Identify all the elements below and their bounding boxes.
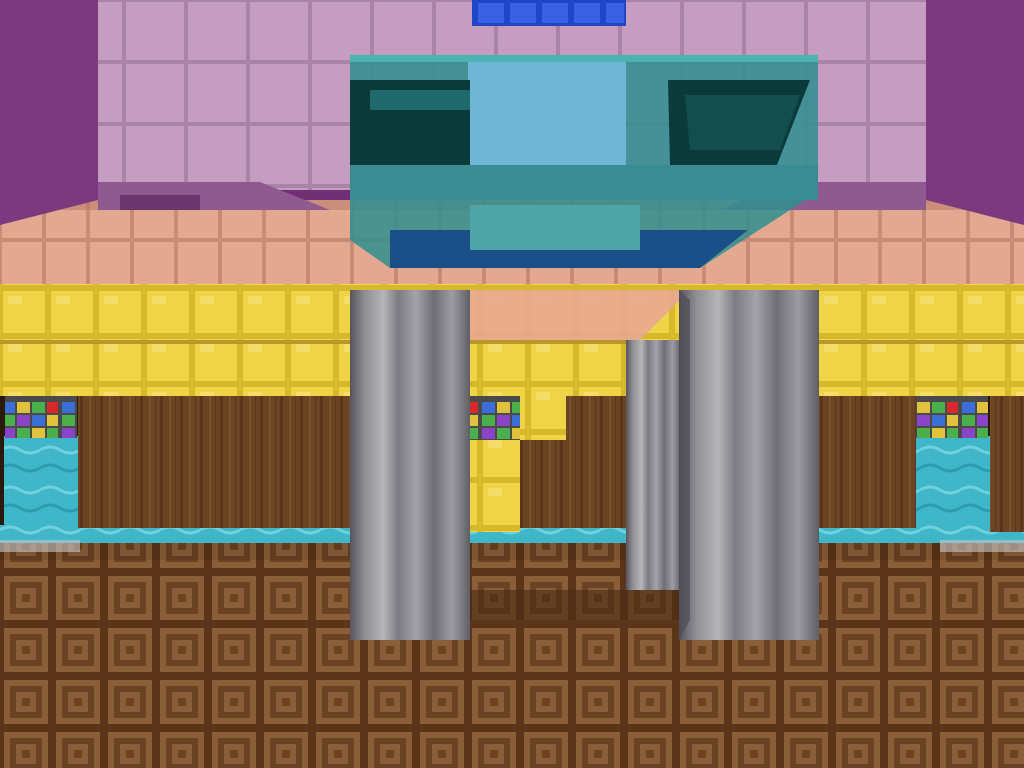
overhead-lamp	[472, 0, 626, 26]
glass-fixture	[350, 55, 818, 268]
water-column-right	[916, 436, 990, 530]
multicolor-block-center	[470, 393, 520, 441]
scene-canvas	[0, 0, 1024, 768]
floor	[0, 530, 1024, 768]
game-viewport[interactable]	[0, 0, 1024, 768]
water-column-left	[4, 436, 78, 530]
wood-wall-right	[990, 396, 1024, 532]
